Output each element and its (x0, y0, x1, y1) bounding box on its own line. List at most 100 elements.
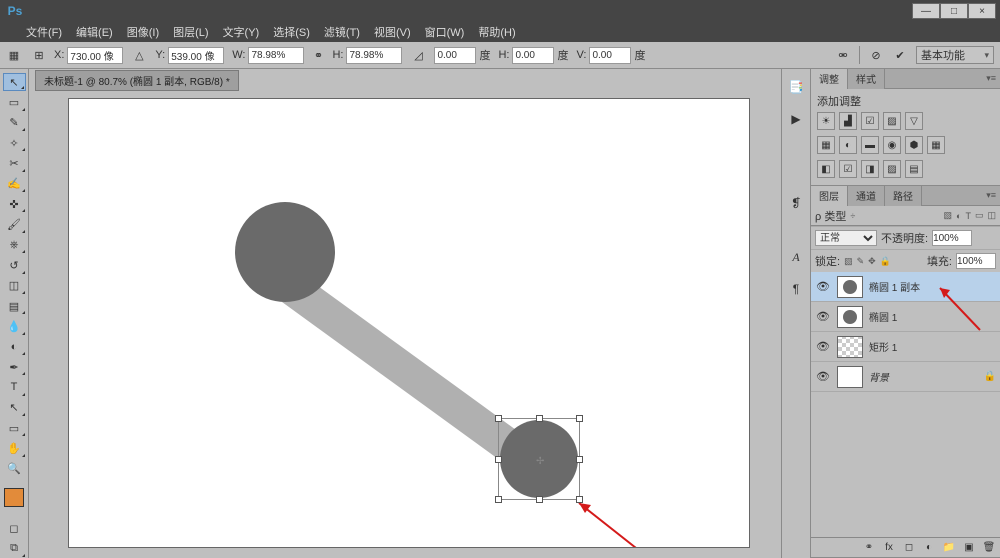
menu-view[interactable]: 视图(V) (374, 24, 411, 40)
x-input[interactable] (67, 47, 123, 64)
layer-thumb[interactable] (837, 276, 863, 298)
h-input[interactable] (346, 47, 402, 64)
shape-tool[interactable]: ▭ (3, 419, 26, 437)
invert-icon[interactable]: ◧ (817, 160, 835, 178)
layer-fx-icon[interactable]: fx (882, 541, 896, 555)
layer-mask-icon[interactable]: ◻ (902, 541, 916, 555)
layer-thumb[interactable] (837, 336, 863, 358)
path-select-tool[interactable]: ↖ (3, 399, 26, 417)
warp-icon[interactable]: ⚮ (835, 47, 851, 63)
hand-tool[interactable]: ✋ (3, 439, 26, 457)
menu-edit[interactable]: 编辑(E) (76, 24, 113, 40)
menu-select[interactable]: 选择(S) (273, 24, 310, 40)
magic-wand-tool[interactable]: ✧ (3, 134, 26, 152)
layers-tab[interactable]: 图层 (811, 186, 848, 206)
lock-pixels-icon[interactable]: ✎ (857, 256, 865, 267)
lock-transparent-icon[interactable]: ▧ (844, 256, 853, 267)
vskew-input[interactable] (589, 47, 631, 64)
transform-bounding-box[interactable]: ✢ (498, 418, 580, 500)
gradient-tool[interactable]: ▤ (3, 297, 26, 315)
menu-layer[interactable]: 图层(L) (173, 24, 208, 40)
y-input[interactable] (168, 47, 224, 64)
paragraph-panel-icon[interactable]: A (786, 247, 806, 267)
grid-icon[interactable]: ▦ (927, 136, 945, 154)
eyedropper-tool[interactable]: ✍ (3, 175, 26, 193)
swap-xy-icon[interactable]: △ (131, 47, 147, 63)
cancel-transform-icon[interactable]: ⊘ (868, 47, 884, 63)
blur-tool[interactable]: 💧 (3, 317, 26, 335)
menu-help[interactable]: 帮助(H) (478, 24, 515, 40)
commit-transform-icon[interactable]: ✔ (892, 47, 908, 63)
hskew-input[interactable] (512, 47, 554, 64)
visibility-icon[interactable]: 👁 (815, 339, 831, 355)
layer-thumb[interactable] (837, 366, 863, 388)
crop-tool[interactable]: ✂ (3, 154, 26, 172)
close-button[interactable]: × (968, 3, 996, 19)
hue-icon[interactable]: ▦ (817, 136, 835, 154)
dodge-tool[interactable]: ◐ (3, 338, 26, 356)
brush-tool[interactable]: 🖌 (3, 215, 26, 233)
layer-name[interactable]: 矩形 1 (869, 339, 897, 354)
posterize-icon[interactable]: ☑ (839, 160, 857, 178)
maximize-button[interactable]: □ (940, 3, 968, 19)
foreground-color[interactable] (4, 488, 24, 507)
document-tab[interactable]: 未标题-1 @ 80.7% (椭圆 1 副本, RGB/8) * (35, 70, 239, 91)
group-icon[interactable]: 📁 (942, 541, 956, 555)
filter-adjust-icon[interactable]: ◐ (956, 211, 961, 221)
filter-smart-icon[interactable]: ◫ (987, 210, 996, 221)
menu-image[interactable]: 图像(I) (127, 24, 159, 40)
menu-file[interactable]: 文件(F) (26, 24, 62, 40)
layer-name[interactable]: 背景 (869, 369, 889, 384)
fill-input[interactable] (956, 253, 996, 269)
channel-mixer-icon[interactable]: ◉ (883, 136, 901, 154)
channels-tab[interactable]: 通道 (848, 186, 885, 206)
character-panel-icon[interactable]: ❡ (786, 193, 806, 213)
quickmask-toggle[interactable]: ◻ (3, 519, 26, 537)
visibility-icon[interactable]: 👁 (815, 279, 831, 295)
visibility-icon[interactable]: 👁 (815, 309, 831, 325)
workspace-select[interactable]: 基本功能▾ (916, 46, 994, 64)
transform-icon[interactable]: ▦ (6, 47, 22, 63)
canvas[interactable]: ✢ (69, 99, 749, 547)
delete-layer-icon[interactable]: 🗑 (982, 541, 996, 555)
healing-tool[interactable]: ✜ (3, 195, 26, 213)
selective-color-icon[interactable]: ▨ (883, 160, 901, 178)
paths-tab[interactable]: 路径 (885, 186, 922, 206)
type-tool[interactable]: T (3, 378, 26, 396)
layer-thumb[interactable] (837, 306, 863, 328)
pen-tool[interactable]: ✒ (3, 358, 26, 376)
eraser-tool[interactable]: ◫ (3, 277, 26, 295)
new-layer-icon[interactable]: ▣ (962, 541, 976, 555)
adjustment-layer-icon[interactable]: ◐ (922, 541, 936, 555)
lock-all-icon[interactable]: 🔒 (880, 256, 891, 267)
filter-pixel-icon[interactable]: ▧ (944, 210, 953, 221)
levels-icon[interactable]: ▟ (839, 112, 857, 130)
w-input[interactable] (248, 47, 304, 64)
styles-tab[interactable]: 样式 (848, 69, 885, 89)
menu-type[interactable]: 文字(Y) (223, 24, 260, 40)
adjustments-tab[interactable]: 调整 (811, 69, 848, 89)
threshold-icon[interactable]: ◨ (861, 160, 879, 178)
opacity-input[interactable] (932, 230, 972, 246)
move-tool[interactable]: ↖ (3, 73, 26, 91)
zoom-tool[interactable]: 🔍 (3, 460, 26, 478)
layer-name[interactable]: 椭圆 1 副本 (869, 279, 920, 294)
filter-type-icon[interactable]: T (965, 211, 971, 221)
link-wh-icon[interactable]: ⚭ (312, 47, 324, 63)
layer-name[interactable]: 椭圆 1 (869, 309, 897, 324)
screenmode-toggle[interactable]: ⧉ (3, 540, 26, 558)
marquee-tool[interactable]: ▭ (3, 93, 26, 111)
stamp-tool[interactable]: ⎈ (3, 236, 26, 254)
history-brush-tool[interactable]: ↺ (3, 256, 26, 274)
visibility-icon[interactable]: 👁 (815, 369, 831, 385)
actions-panel-icon[interactable]: ▶ (786, 109, 806, 129)
photo-filter-icon[interactable]: ▬ (861, 136, 879, 154)
layer-row[interactable]: 👁 背景 🔒 (811, 362, 1000, 392)
lasso-tool[interactable]: ✎ (3, 114, 26, 132)
vibrance-icon[interactable]: ▽ (905, 112, 923, 130)
color-lookup-icon[interactable]: ⬢ (905, 136, 923, 154)
bw-icon[interactable]: ◐ (839, 136, 857, 154)
filter-kind[interactable]: ρ 类型 (815, 208, 846, 224)
filter-shape-icon[interactable]: ▭ (975, 210, 984, 221)
reference-point-icon[interactable]: ⊞ (30, 47, 46, 63)
